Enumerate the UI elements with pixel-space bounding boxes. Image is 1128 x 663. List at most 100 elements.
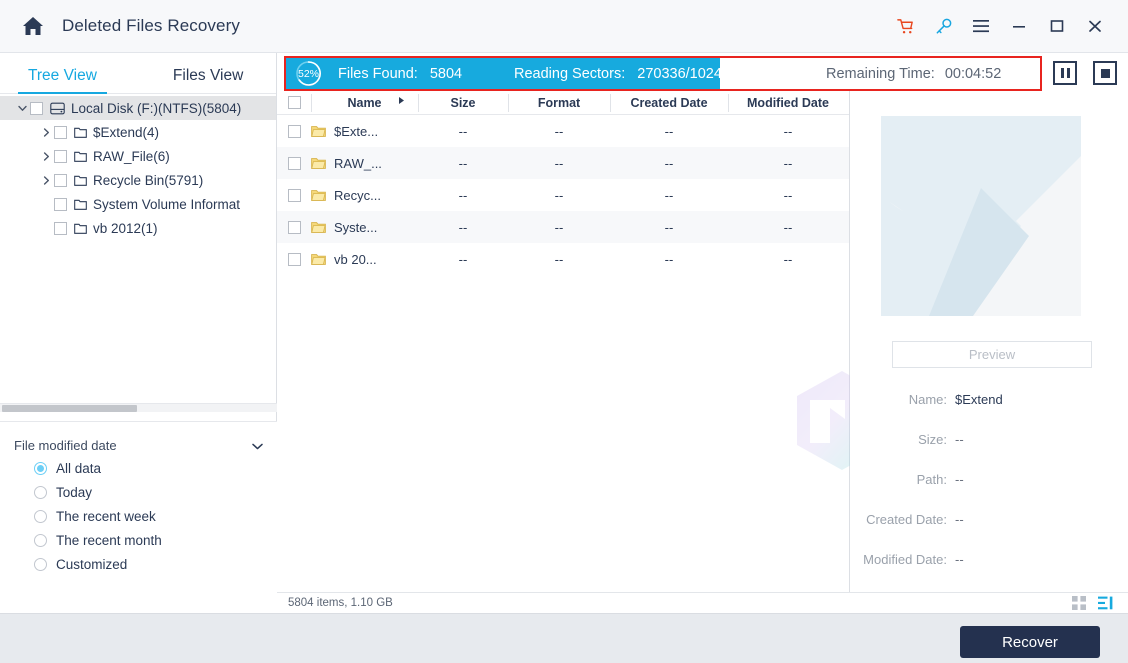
row-modified: --: [783, 219, 793, 235]
page-title: Deleted Files Recovery: [62, 16, 240, 35]
chevron-right-icon[interactable]: [38, 151, 54, 161]
row-created: --: [664, 155, 674, 171]
detail-value: $Extend: [955, 392, 1003, 407]
column-header-name[interactable]: Name: [311, 91, 418, 115]
radio-icon[interactable]: [34, 485, 47, 499]
row-created: --: [664, 251, 674, 267]
radio-icon[interactable]: [34, 461, 47, 475]
row-checkbox-cell: [277, 211, 311, 243]
progress-percent: 52%: [297, 67, 319, 80]
table-row[interactable]: $Exte... -- -- -- --: [277, 115, 849, 147]
column-header-modified-date[interactable]: Modified Date: [728, 91, 848, 115]
column-header-size[interactable]: Size: [418, 91, 508, 115]
tree-item-checkbox[interactable]: [54, 197, 67, 211]
table-row[interactable]: RAW_... -- -- -- --: [277, 147, 849, 179]
column-label: Size: [450, 95, 476, 110]
cart-icon[interactable]: [886, 4, 924, 48]
select-all-checkbox-cell: [277, 91, 311, 115]
tree-item-extend[interactable]: $Extend(4): [0, 120, 276, 144]
select-all-checkbox[interactable]: [287, 96, 301, 109]
file-list-header: Name Size Format Created Date Modified D…: [277, 91, 849, 115]
reading-sectors-group: Reading Sectors: 270336/102400000: [514, 66, 762, 82]
folder-icon: [74, 198, 87, 210]
filter-option-label: The recent month: [56, 532, 162, 548]
radio-icon[interactable]: [34, 557, 47, 571]
filter-option-all-data[interactable]: All data: [0, 456, 277, 480]
filter-option-today[interactable]: Today: [0, 480, 277, 504]
row-checkbox[interactable]: [287, 124, 301, 138]
tree-item-label: RAW_File(6): [93, 148, 170, 164]
chevron-down-icon[interactable]: [252, 438, 263, 453]
sort-arrow-icon[interactable]: [398, 96, 406, 107]
minimize-icon[interactable]: [1000, 4, 1038, 48]
menu-icon[interactable]: [962, 4, 1000, 48]
row-checkbox-cell: [277, 243, 311, 275]
pause-button[interactable]: [1053, 61, 1077, 85]
row-checkbox-cell: [277, 147, 311, 179]
tree-item-raw-file[interactable]: RAW_File(6): [0, 144, 276, 168]
remaining-time-value: 00:04:52: [944, 65, 1002, 82]
filter-header[interactable]: File modified date: [0, 434, 277, 456]
folder-icon: [74, 222, 87, 234]
tab-files-view[interactable]: Files View: [167, 67, 249, 93]
row-created: --: [664, 187, 674, 203]
column-header-format[interactable]: Format: [508, 91, 610, 115]
pause-bar-left: [1060, 68, 1064, 78]
tree-item-recycle-bin[interactable]: Recycle Bin(5791): [0, 168, 276, 192]
row-checkbox[interactable]: [287, 188, 301, 202]
home-icon[interactable]: [18, 11, 48, 41]
sidebar-tabs: Tree View Files View: [0, 53, 276, 94]
row-checkbox[interactable]: [287, 156, 301, 170]
folder-icon: [311, 253, 326, 266]
recover-button[interactable]: Recover: [960, 626, 1100, 658]
tree-item-label: Local Disk (F:)(NTFS)(5804): [71, 100, 242, 116]
column-header-created-date[interactable]: Created Date: [610, 91, 728, 115]
scrollbar-thumb[interactable]: [2, 405, 137, 412]
row-checkbox[interactable]: [287, 252, 301, 266]
folder-icon: [311, 125, 326, 138]
table-row[interactable]: Recyc... -- -- -- --: [277, 179, 849, 211]
chevron-down-icon[interactable]: [14, 105, 30, 112]
list-view-icon[interactable]: [1092, 593, 1118, 614]
maximize-icon[interactable]: [1038, 4, 1076, 48]
filter-option-recent-week[interactable]: The recent week: [0, 504, 277, 528]
tree-item-system-volume-information[interactable]: System Volume Informat: [0, 192, 276, 216]
chevron-right-icon[interactable]: [38, 175, 54, 185]
filter-option-customized[interactable]: Customized: [0, 552, 277, 576]
tree-item-checkbox[interactable]: [54, 173, 67, 187]
row-name-label: Syste...: [334, 219, 378, 235]
remaining-time-label: Remaining Time:: [826, 65, 935, 82]
detail-key: Modified Date:: [863, 552, 947, 567]
tree-item-label: $Extend(4): [93, 124, 160, 140]
row-checkbox[interactable]: [287, 220, 301, 234]
tab-tree-view[interactable]: Tree View: [18, 67, 107, 94]
detail-value: --: [955, 472, 964, 487]
tree-view: Local Disk (F:)(NTFS)(5804) $Extend(4) R…: [0, 94, 276, 240]
chevron-right-icon[interactable]: [38, 127, 54, 137]
status-bar: 5804 items, 1.10 GB: [277, 592, 1128, 613]
radio-icon[interactable]: [34, 533, 47, 547]
radio-icon[interactable]: [34, 509, 47, 523]
tree-item-checkbox[interactable]: [54, 125, 67, 139]
tree-item-label: vb 2012(1): [93, 220, 158, 236]
tree-item-checkbox[interactable]: [54, 149, 67, 163]
preview-button[interactable]: Preview: [892, 341, 1092, 368]
filter-option-recent-month[interactable]: The recent month: [0, 528, 277, 552]
grid-view-icon[interactable]: [1066, 593, 1092, 614]
view-toggle-group: [1066, 593, 1128, 614]
stop-button[interactable]: [1093, 61, 1117, 85]
column-label: Modified Date: [747, 95, 829, 110]
disk-icon: [50, 102, 65, 115]
table-row[interactable]: vb 20... -- -- -- --: [277, 243, 849, 275]
detail-field-modified-date: Modified Date: --: [850, 552, 1128, 567]
tree-item-checkbox[interactable]: [30, 101, 43, 115]
tree-item-vb-2012[interactable]: vb 2012(1): [0, 216, 276, 240]
tree-item-local-disk[interactable]: Local Disk (F:)(NTFS)(5804): [0, 96, 276, 120]
close-icon[interactable]: [1076, 4, 1114, 48]
tree-item-checkbox[interactable]: [54, 221, 67, 235]
row-name-cell: $Exte...: [311, 115, 418, 147]
key-icon[interactable]: [924, 4, 962, 48]
sidebar-horizontal-scrollbar[interactable]: [0, 403, 277, 412]
table-row[interactable]: Syste... -- -- -- --: [277, 211, 849, 243]
row-modified: --: [783, 251, 793, 267]
